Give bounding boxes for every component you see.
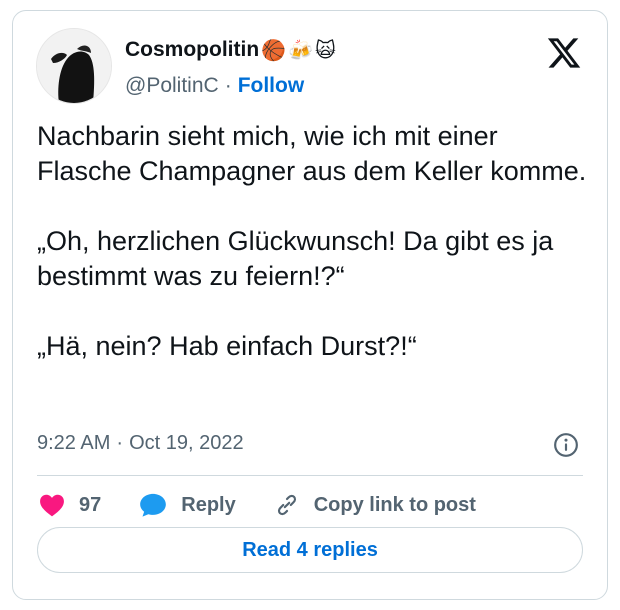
tweet-date: Oct 19, 2022 [129,432,244,454]
heart-icon [40,494,64,517]
basketball-emoji: 🏀 [261,38,287,62]
follow-button[interactable]: Follow [238,74,305,98]
author-name-row: Cosmopolitin 🏀 🍻 🙀 [125,38,336,62]
reply-label: Reply [181,493,236,516]
weary-cat-emoji: 🙀 [314,38,336,62]
timestamp-separator: · [116,432,124,454]
action-bar: 97 Reply Copy link to post [39,483,514,527]
author-handle[interactable]: @PolitinC [125,74,219,98]
info-icon[interactable] [553,432,579,458]
tweet-paragraph: Nachbarin sieht mich, wie ich mit einer … [37,121,587,186]
handle-row: @PolitinC · Follow [125,74,304,98]
divider [37,475,583,476]
link-icon [277,494,296,516]
tweet-card: Cosmopolitin 🏀 🍻 🙀 @PolitinC · Follow Na… [12,10,608,600]
tweet-time: 9:22 AM [37,432,111,454]
avatar[interactable] [36,28,112,104]
copy-link-label: Copy link to post [313,493,476,516]
copy-link-button[interactable]: Copy link to post [274,492,476,518]
tweet-paragraph: „Hä, nein? Hab einfach Durst?!“ [37,331,417,361]
beer-mugs-emoji: 🍻 [288,38,313,62]
avatar-image [37,29,111,103]
read-replies-label: Read 4 replies [242,538,378,561]
reply-button[interactable]: Reply [139,492,236,518]
x-logo-icon[interactable] [545,35,583,71]
display-name[interactable]: Cosmopolitin [125,38,259,62]
tweet-timestamp[interactable]: 9:22 AM · Oct 19, 2022 [37,432,244,455]
like-button[interactable]: 97 [39,493,101,517]
read-replies-button[interactable]: Read 4 replies [37,527,583,573]
tweet-paragraph: „Oh, herzlichen Glückwunsch! Da gibt es … [37,226,554,291]
reply-bubble-icon [140,493,167,517]
handle-separator: · [224,74,232,97]
like-count: 97 [79,493,102,516]
tweet-text: Nachbarin sieht mich, wie ich mit einer … [37,119,597,364]
